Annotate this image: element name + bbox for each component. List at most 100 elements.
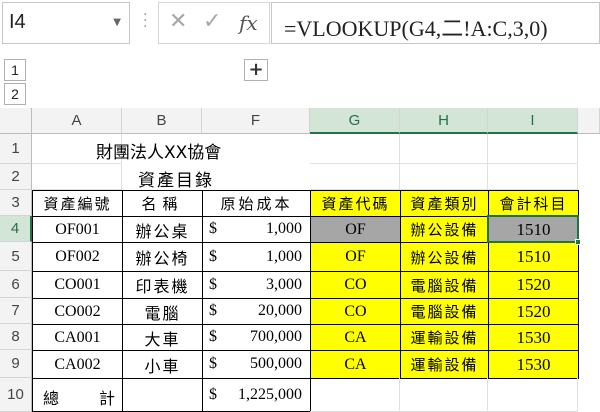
asset-name-cell[interactable]: 電腦 [122, 298, 203, 325]
asset-number: OF002 [55, 248, 100, 265]
select-all-corner[interactable] [0, 108, 32, 134]
header-account[interactable]: 會計科目 [488, 190, 579, 217]
insert-function-icon[interactable]: fx [239, 11, 258, 35]
sheet-subtitle[interactable]: 資產目錄 [138, 166, 258, 191]
asset-number-cell[interactable]: CO002 [32, 298, 123, 325]
column-header-i[interactable]: I [488, 108, 578, 134]
account-cell[interactable]: 1510 [488, 242, 579, 272]
asset-code-cell[interactable]: CA [310, 324, 401, 351]
outline-level-2-button[interactable]: 2 [4, 83, 26, 105]
total-label-cell[interactable]: 總 計 [32, 378, 123, 412]
fill-handle[interactable] [575, 239, 581, 245]
cell-h10[interactable] [400, 378, 488, 412]
header-name[interactable]: 名稱 [122, 190, 203, 217]
asset-code-cell[interactable]: CO [310, 298, 401, 325]
chevron-down-icon[interactable]: ▼ [113, 17, 121, 28]
cell-b10[interactable] [122, 378, 203, 412]
cost-currency: $ [209, 248, 217, 265]
asset-number-cell[interactable]: OF001 [32, 216, 123, 243]
asset-category-cell[interactable]: 電腦設備 [400, 271, 489, 299]
header-asset-number[interactable]: 資產編號 [32, 190, 123, 217]
cell-g2[interactable] [310, 164, 400, 190]
account-cell[interactable]: 1520 [488, 298, 579, 325]
asset-number-cell[interactable]: CA002 [32, 350, 123, 379]
column-header-f[interactable]: F [202, 108, 310, 134]
account-code: 1530 [516, 354, 551, 374]
cell-i10[interactable] [488, 378, 578, 412]
asset-name-cell[interactable]: 小車 [122, 350, 203, 379]
expand-group-icon[interactable]: + [244, 59, 268, 81]
asset-name: 大車 [144, 329, 181, 349]
account-cell[interactable]: 1530 [488, 350, 579, 379]
formula-text: =VLOOKUP(G4,二!A:C,3,0) [284, 16, 548, 41]
total-value-cell[interactable]: $ 1,225,000 [202, 378, 311, 412]
original-cost-cell[interactable]: $ 1,000 [202, 216, 311, 243]
original-cost-cell[interactable]: $ 3,000 [202, 271, 311, 299]
asset-name-cell[interactable]: 大車 [122, 324, 203, 351]
asset-category: 電腦設備 [410, 303, 479, 321]
asset-category-cell[interactable]: 運輸設備 [400, 350, 489, 379]
row-header-6[interactable]: 6 [0, 271, 32, 298]
asset-number-cell[interactable]: CA001 [32, 324, 123, 351]
asset-number-cell[interactable]: OF002 [32, 242, 123, 272]
asset-code-cell[interactable]: CO [310, 271, 401, 299]
resize-handle-icon[interactable]: · · · [143, 8, 149, 36]
selection-border [487, 215, 579, 243]
outline-level-1-button[interactable]: 1 [4, 59, 26, 81]
row-header-2[interactable]: 2 [0, 164, 32, 190]
row-header-8[interactable]: 8 [0, 324, 32, 350]
asset-code: CO [344, 276, 367, 293]
original-cost-cell[interactable]: $ 1,000 [202, 242, 311, 272]
asset-category-cell[interactable]: 辦公設備 [400, 242, 489, 272]
cell-g10[interactable] [310, 378, 400, 412]
original-cost-cell[interactable]: $ 500,000 [202, 350, 311, 379]
header-original-cost[interactable]: 原始成本 [202, 190, 311, 217]
cost-value: 700,000 [250, 328, 302, 345]
enter-icon[interactable]: ✓ [203, 9, 221, 34]
account-cell[interactable]: 1520 [488, 271, 579, 299]
column-header-next[interactable] [578, 108, 600, 134]
name-box[interactable]: I4 ▼ [2, 2, 130, 44]
cost-value: 1,000 [266, 220, 302, 237]
row-header-10[interactable]: 10 [0, 378, 32, 412]
asset-name-cell[interactable]: 印表機 [122, 271, 203, 299]
cell-a2[interactable] [32, 164, 122, 190]
column-header-h[interactable]: H [400, 108, 488, 134]
row-header-1[interactable]: 1 [0, 134, 32, 164]
asset-code-cell[interactable]: OF [310, 216, 401, 243]
cell-h1[interactable] [400, 134, 488, 164]
row-header-9[interactable]: 9 [0, 350, 32, 378]
asset-category-cell[interactable]: 辦公設備 [400, 216, 489, 243]
header-asset-category[interactable]: 資產類別 [400, 190, 489, 217]
row-header-5[interactable]: 5 [0, 242, 32, 271]
asset-code-cell[interactable]: CA [310, 350, 401, 379]
row-header-3[interactable]: 3 [0, 190, 32, 216]
account-code: 1520 [516, 275, 551, 294]
column-header-b[interactable]: B [122, 108, 202, 134]
column-header-a[interactable]: A [32, 108, 122, 134]
asset-name-cell[interactable]: 辦公椅 [122, 242, 203, 272]
header-asset-code[interactable]: 資產代碼 [310, 190, 401, 217]
row-header-4[interactable]: 4 [0, 216, 32, 242]
sheet-title[interactable]: 財團法人XX協會 [96, 138, 276, 163]
total-value: 1,225,000 [238, 386, 302, 403]
account-cell[interactable]: 1530 [488, 324, 579, 351]
asset-name-cell[interactable]: 辦公桌 [122, 216, 203, 243]
cell-i2[interactable] [488, 164, 578, 190]
asset-code-cell[interactable]: OF [310, 242, 401, 272]
original-cost-cell[interactable]: $ 20,000 [202, 298, 311, 325]
asset-category-cell[interactable]: 電腦設備 [400, 298, 489, 325]
cell-g1[interactable] [310, 134, 400, 164]
asset-code: CA [344, 328, 367, 346]
cancel-icon[interactable]: ✕ [169, 9, 187, 34]
asset-category-cell[interactable]: 運輸設備 [400, 324, 489, 351]
asset-number-cell[interactable]: CO001 [32, 271, 123, 299]
original-cost-cell[interactable]: $ 700,000 [202, 324, 311, 351]
formula-input[interactable]: =VLOOKUP(G4,二!A:C,3,0) [271, 2, 600, 44]
cell-h2[interactable] [400, 164, 488, 190]
row-header-7[interactable]: 7 [0, 298, 32, 324]
cell-i1[interactable] [488, 134, 578, 164]
outline-area [0, 48, 600, 108]
total-currency: $ [209, 386, 217, 403]
column-header-g[interactable]: G [310, 108, 400, 134]
